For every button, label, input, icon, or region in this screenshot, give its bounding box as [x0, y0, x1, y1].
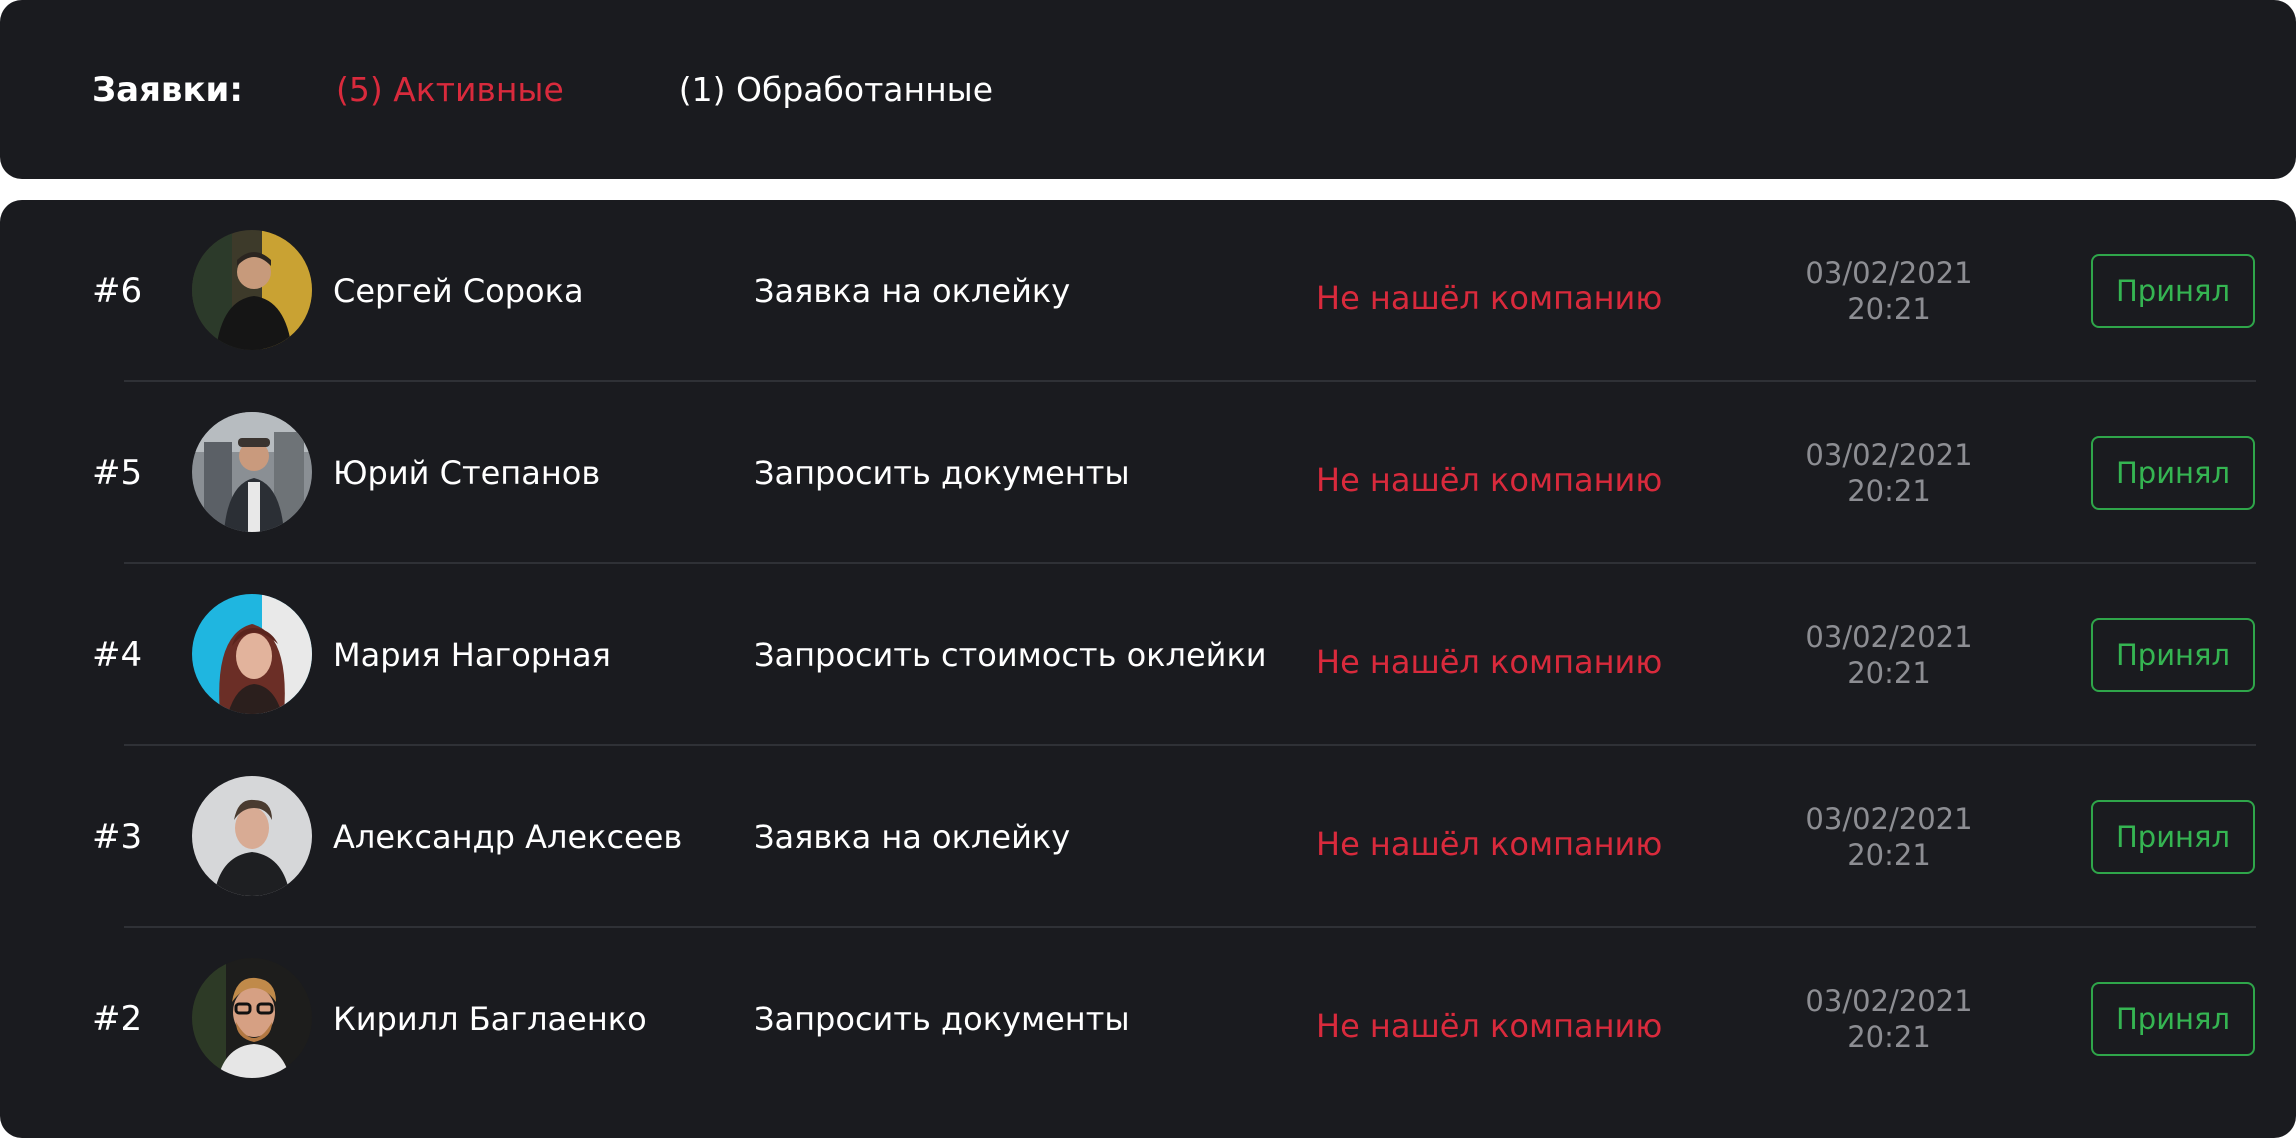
request-row: #5 Юрий Степанов Запросить документы Не … [0, 382, 2296, 564]
request-date: 03/02/2021 [1805, 256, 1973, 290]
request-time: 20:21 [1847, 292, 1931, 326]
request-number: #5 [92, 453, 143, 493]
request-subject: Заявка на оклейку [754, 272, 1071, 310]
accept-button[interactable]: Принял [2091, 436, 2255, 510]
requests-list: #6 Сергей Сорока Заявка на оклейку Не на… [0, 200, 2296, 1138]
request-datetime: 03/02/2021 20:21 [1780, 746, 1998, 928]
request-datetime: 03/02/2021 20:21 [1780, 200, 1998, 382]
customer-name: Александр Алексеев [333, 818, 683, 856]
customer-name: Мария Нагорная [333, 636, 611, 674]
status-badge: Не нашёл компанию [1316, 461, 1663, 499]
request-date: 03/02/2021 [1805, 802, 1973, 836]
request-number: #3 [92, 817, 143, 857]
request-number: #6 [92, 271, 143, 311]
accept-button[interactable]: Принял [2091, 254, 2255, 328]
status-badge: Не нашёл компанию [1316, 825, 1663, 863]
request-datetime: 03/02/2021 20:21 [1780, 928, 1998, 1110]
request-date: 03/02/2021 [1805, 984, 1973, 1018]
accept-button[interactable]: Принял [2091, 800, 2255, 874]
avatar [192, 412, 312, 532]
request-datetime: 03/02/2021 20:21 [1780, 564, 1998, 746]
request-time: 20:21 [1847, 838, 1931, 872]
request-datetime: 03/02/2021 20:21 [1780, 382, 1998, 564]
avatar [192, 958, 312, 1078]
request-row: #2 Кирилл Баглаенко Запросить документы … [0, 928, 2296, 1110]
request-time: 20:21 [1847, 1020, 1931, 1054]
request-number: #2 [92, 999, 143, 1039]
request-date: 03/02/2021 [1805, 620, 1973, 654]
customer-name: Юрий Степанов [333, 454, 601, 492]
accept-button[interactable]: Принял [2091, 618, 2255, 692]
customer-name: Сергей Сорока [333, 272, 584, 310]
request-subject: Запросить документы [754, 1000, 1130, 1038]
status-badge: Не нашёл компанию [1316, 279, 1663, 317]
request-date: 03/02/2021 [1805, 438, 1973, 472]
avatar [192, 230, 312, 350]
status-badge: Не нашёл компанию [1316, 643, 1663, 681]
status-badge: Не нашёл компанию [1316, 1007, 1663, 1045]
request-subject: Заявка на оклейку [754, 818, 1071, 856]
request-subject: Запросить документы [754, 454, 1130, 492]
page-title: Заявки: [92, 69, 243, 110]
tabs-bar: Заявки: (5) Активные (1) Обработанные [92, 0, 993, 179]
request-subject: Запросить стоимость оклейки [754, 636, 1267, 674]
avatar [192, 776, 312, 896]
tab-active[interactable]: (5) Активные [336, 70, 564, 109]
accept-button[interactable]: Принял [2091, 982, 2255, 1056]
tab-processed[interactable]: (1) Обработанные [679, 70, 993, 109]
request-row: #6 Сергей Сорока Заявка на оклейку Не на… [0, 200, 2296, 382]
request-number: #4 [92, 635, 143, 675]
customer-name: Кирилл Баглаенко [333, 1000, 647, 1038]
request-time: 20:21 [1847, 474, 1931, 508]
request-row: #3 Александр Алексеев Заявка на оклейку … [0, 746, 2296, 928]
request-time: 20:21 [1847, 656, 1931, 690]
avatar [192, 594, 312, 714]
tabs-header: Заявки: (5) Активные (1) Обработанные [0, 0, 2296, 179]
request-row: #4 Мария Нагорная Запросить стоимость ок… [0, 564, 2296, 746]
